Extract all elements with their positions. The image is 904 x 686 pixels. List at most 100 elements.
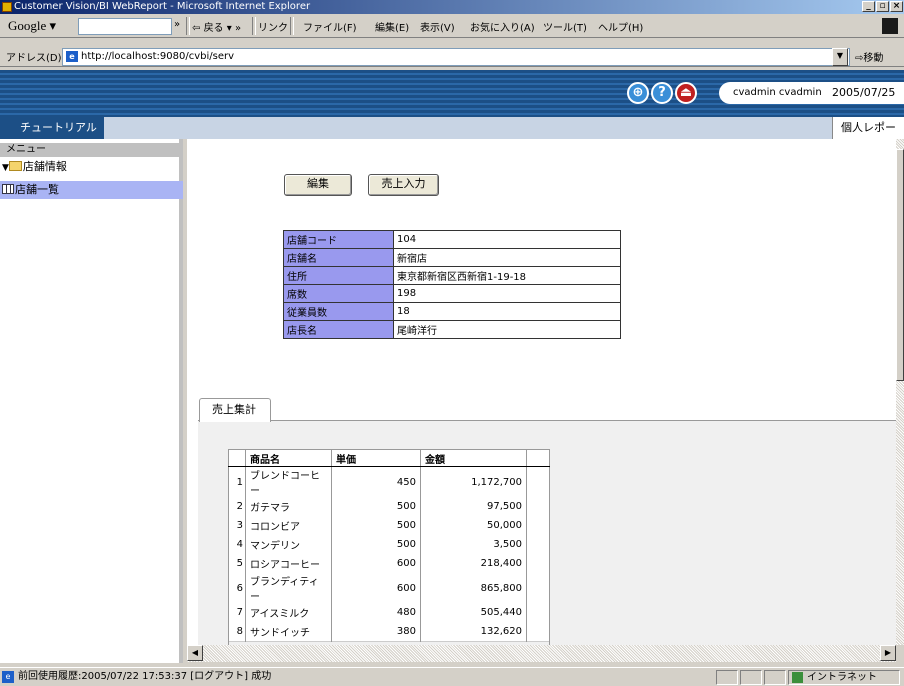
amount: 97,500 <box>420 497 527 516</box>
field-label: 店長名 <box>283 320 394 339</box>
row-index: 5 <box>228 554 246 573</box>
unit-price: 500 <box>331 516 421 535</box>
amount: 50,000 <box>420 516 527 535</box>
filler-cell <box>526 497 550 516</box>
scroll-left-icon[interactable]: ◀ <box>187 645 203 661</box>
row-index: 8 <box>228 622 246 642</box>
product-name: ブランディティー <box>245 573 332 603</box>
product-name: ガテマラ <box>245 497 332 516</box>
store-info-table: 店舗コード 104 店舗名 新宿店 住所 東京都新宿区西新宿1-19-18 席数 198… <box>283 230 621 339</box>
row-index: 2 <box>228 497 246 516</box>
field-label: 店舗コード <box>283 230 394 249</box>
google-menu-toolbar: Google ▾ » ⇦ 戻る ▾ » リンク ファイル(F) 編集(E) 表示… <box>0 14 904 38</box>
address-label: アドレス(D) <box>6 53 62 64</box>
menu-favorites[interactable]: お気に入り(A) <box>470 19 535 34</box>
field-value: 104 <box>393 230 621 249</box>
sidebar: メニュー ▼ 店舗情報 店舗一覧 <box>0 139 183 663</box>
google-search-input[interactable] <box>78 18 172 35</box>
edit-button[interactable]: 編集 <box>284 174 352 196</box>
field-value: 198 <box>393 284 621 303</box>
app-header: ⊕ ? ⏏ cvadmin cvadmin 2005/07/25 <box>0 70 904 117</box>
windows-logo-icon <box>882 18 898 34</box>
expand-triangle-icon[interactable]: ▼ <box>2 163 9 173</box>
header-date: 2005/07/25 <box>832 86 896 99</box>
table-row: 店長名 尾崎洋行 <box>283 320 621 339</box>
table-row[interactable]: 7 アイスミルク 480 505,440 <box>228 603 550 622</box>
address-bar: アドレス(D) e http://localhost:9080/cvbi/ser… <box>0 45 904 67</box>
vertical-scroll-thumb[interactable] <box>896 149 904 381</box>
zone-text: イントラネット <box>807 672 877 683</box>
ie-page-icon: e <box>66 51 78 62</box>
unit-price: 500 <box>331 535 421 554</box>
close-icon[interactable]: × <box>890 1 903 12</box>
column-header[interactable]: 金額 <box>420 449 527 467</box>
scroll-right-icon[interactable]: ▶ <box>880 645 896 661</box>
product-name: ロシアコーヒー <box>245 554 332 573</box>
filler-cell <box>526 573 550 603</box>
table-row[interactable]: 8 サンドイッチ 380 132,620 <box>228 622 550 642</box>
filler-cell <box>526 554 550 573</box>
column-header[interactable]: 商品名 <box>245 449 332 467</box>
filler-cell <box>526 622 550 642</box>
filler-header <box>526 449 550 467</box>
menu-tools[interactable]: ツール(T) <box>543 19 587 34</box>
status-text: 前回使用履歴:2005/07/22 17:53:37 [ログアウト] 成功 <box>18 671 272 682</box>
menu-help[interactable]: ヘルプ(H) <box>598 19 643 34</box>
sidebar-item-label: 店舗一覧 <box>15 183 59 196</box>
filler-cell <box>526 516 550 535</box>
sales-input-button[interactable]: 売上入力 <box>368 174 439 196</box>
tab-sales-summary[interactable]: 売上集計 <box>199 398 271 422</box>
product-name: ブレンドコーヒー <box>245 466 332 497</box>
go-button[interactable]: ⇨移動 <box>855 49 883 64</box>
logout-icon[interactable]: ⏏ <box>675 82 697 104</box>
menu-edit[interactable]: 編集(E) <box>375 19 409 34</box>
unit-price: 600 <box>331 573 421 603</box>
address-input[interactable]: e http://localhost:9080/cvbi/serv <box>62 48 850 66</box>
table-row: 店舗名 新宿店 <box>283 248 621 267</box>
filler-cell <box>526 603 550 622</box>
table-row: 住所 東京都新宿区西新宿1-19-18 <box>283 266 621 285</box>
folder-icon <box>8 161 22 171</box>
menu-header: メニュー <box>0 143 183 157</box>
table-row[interactable]: 1 ブレンドコーヒー 450 1,172,700 <box>228 466 550 497</box>
status-cell <box>740 670 762 685</box>
zone-indicator: イントラネット <box>788 670 900 685</box>
unit-price: 500 <box>331 497 421 516</box>
status-cell <box>764 670 786 685</box>
restore-icon[interactable]: ▫ <box>876 1 889 12</box>
unit-price: 380 <box>331 622 421 642</box>
table-row[interactable]: 3 コロンビア 500 50,000 <box>228 516 550 535</box>
address-url: http://localhost:9080/cvbi/serv <box>81 51 235 62</box>
sidebar-item-store-info[interactable]: ▼ 店舗情報 <box>0 158 183 176</box>
sidebar-item-label: 店舗情報 <box>22 160 67 173</box>
table-row[interactable]: 6 ブランディティー 600 865,800 <box>228 573 550 603</box>
sitemap-icon[interactable]: ⊕ <box>627 82 649 104</box>
menu-view[interactable]: 表示(V) <box>420 19 455 34</box>
minimize-icon[interactable]: _ <box>862 1 875 12</box>
tab-personal-report[interactable]: 個人レポート <box>832 117 904 156</box>
links-button[interactable]: リンク <box>258 19 288 34</box>
back-button[interactable]: ⇦ 戻る ▾ » <box>192 19 241 34</box>
status-bar: e 前回使用履歴:2005/07/22 17:53:37 [ログアウト] 成功 … <box>0 667 904 686</box>
sidebar-item-store-list[interactable]: 店舗一覧 <box>0 181 183 199</box>
nav-bar: チュートリアル 個人レポート <box>0 117 904 156</box>
menu-file[interactable]: ファイル(F) <box>303 19 357 34</box>
amount: 3,500 <box>420 535 527 554</box>
field-label: 従業員数 <box>283 302 394 321</box>
product-name: マンデリン <box>245 535 332 554</box>
column-header[interactable]: 単価 <box>331 449 421 467</box>
product-name: コロンビア <box>245 516 332 535</box>
table-row[interactable]: 5 ロシアコーヒー 600 218,400 <box>228 554 550 573</box>
chevron-icon[interactable]: » <box>174 19 180 30</box>
help-icon[interactable]: ? <box>651 82 673 104</box>
tab-tutorial[interactable]: チュートリアル <box>0 117 104 139</box>
amount: 865,800 <box>420 573 527 603</box>
table-row[interactable]: 4 マンデリン 500 3,500 <box>228 535 550 554</box>
intranet-icon <box>792 672 803 683</box>
toolbar-separator <box>252 17 256 35</box>
table-row[interactable]: 2 ガテマラ 500 97,500 <box>228 497 550 516</box>
horizontal-scrollbar[interactable]: ◀ ▶ <box>187 645 896 662</box>
main-content: 編集 売上入力 店舗コード 104 店舗名 新宿店 住所 東京都新宿区西新宿1-19-… <box>187 139 896 645</box>
google-logo[interactable]: Google ▾ <box>8 18 56 34</box>
address-dropdown-icon[interactable]: ▼ <box>832 48 848 66</box>
